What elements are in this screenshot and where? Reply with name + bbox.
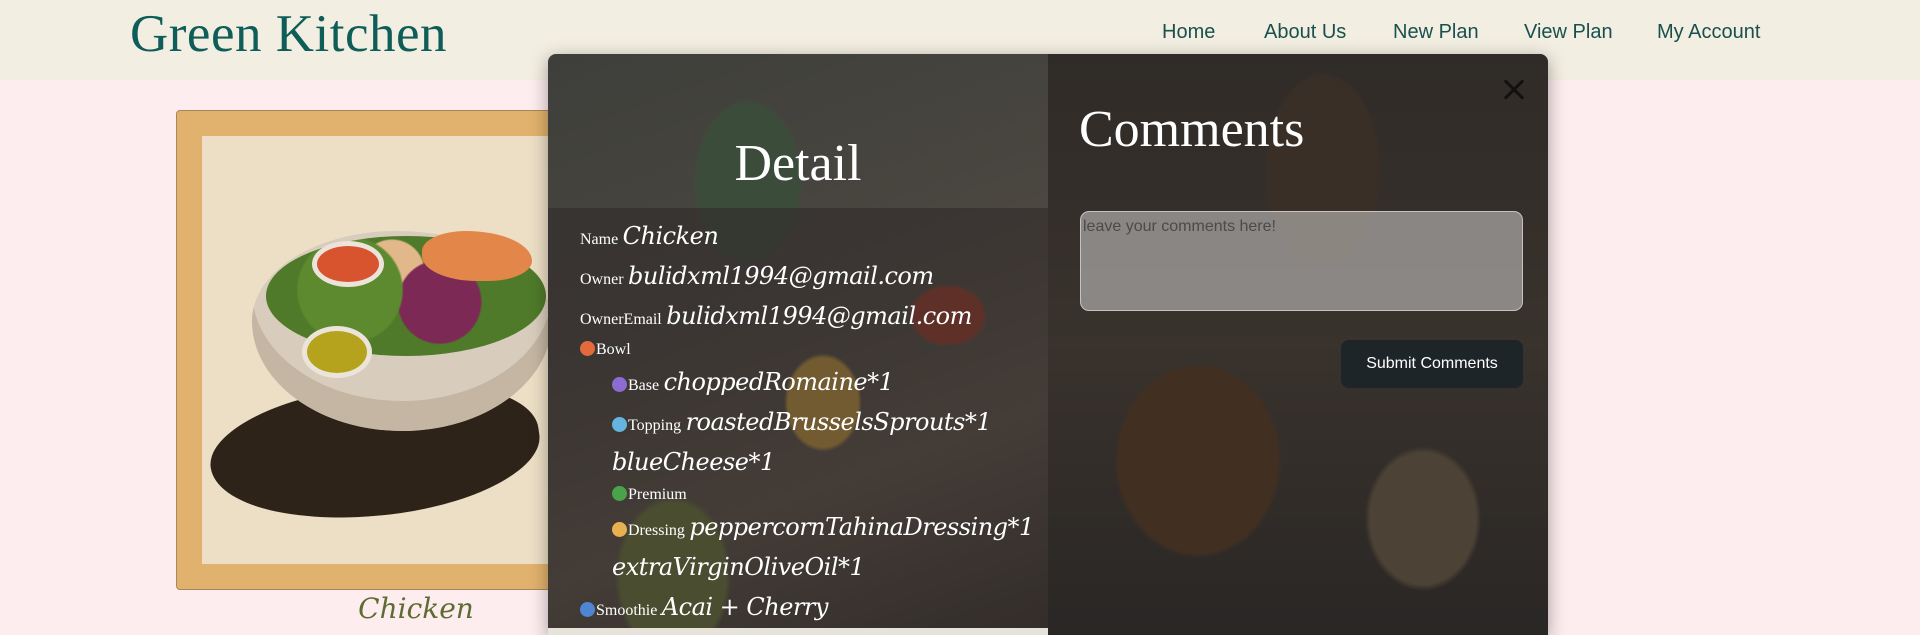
base-value: choppedRomaine*1 (663, 368, 894, 396)
owner-value: bulidxml1994@gmail.com (628, 262, 934, 290)
detail-bowl-row: Bowl (580, 341, 631, 359)
dressing-value-1: peppercornTahinaDressing*1 (689, 513, 1034, 541)
detail-base-row: Base choppedRomaine*1 (612, 368, 894, 396)
topping-value-1: roastedBrusselsSprouts*1 (685, 408, 992, 436)
nav-new-plan[interactable]: New Plan (1393, 21, 1479, 44)
detail-topping-row: Topping roastedBrusselsSprouts*1 (612, 408, 992, 436)
plan-detail-modal: Detail Name Chicken Owner bulidxml1994@g… (548, 54, 1548, 635)
owner-label: Owner (580, 271, 624, 288)
detail-topping-row-2: blueCheese*1 (612, 448, 775, 476)
nav-my-account[interactable]: My Account (1657, 21, 1760, 44)
sauce-cup-yellow (302, 326, 372, 378)
base-icon (612, 377, 627, 392)
bowl-icon (580, 341, 595, 356)
topping-label: Topping (628, 417, 682, 434)
topping-value-2: blueCheese*1 (612, 448, 775, 476)
detail-pane-bottom (548, 628, 1048, 635)
plan-card[interactable] (176, 110, 596, 590)
detail-owner-email-row: OwnerEmail bulidxml1994@gmail.com (580, 302, 972, 330)
detail-title: Detail (734, 135, 862, 192)
smoothie-label: Smoothie (596, 602, 658, 619)
smoothie-value: Acai + Cherry (661, 593, 829, 621)
dressing-value-2: extraVirginOliveOil*1 (612, 553, 865, 581)
sauce-cup-red (312, 241, 384, 287)
nav-about-us[interactable]: About Us (1264, 21, 1346, 44)
base-label: Base (628, 377, 660, 394)
comments-pane: Comments Submit Comments (1048, 54, 1548, 635)
smoothie-icon (580, 602, 595, 617)
topping-icon (612, 417, 627, 432)
detail-dressing-row-2: extraVirginOliveOil*1 (612, 553, 865, 581)
owner-email-label: OwnerEmail (580, 311, 662, 328)
detail-name-row: Name Chicken (580, 222, 719, 250)
premium-label: Premium (628, 486, 687, 503)
close-icon[interactable] (1499, 74, 1529, 104)
detail-owner-row: Owner bulidxml1994@gmail.com (580, 262, 934, 290)
dressing-label: Dressing (628, 522, 685, 539)
dressing-icon (612, 522, 627, 537)
nav-home[interactable]: Home (1162, 21, 1215, 44)
owner-email-value: bulidxml1994@gmail.com (666, 302, 972, 330)
submit-comments-button[interactable]: Submit Comments (1341, 340, 1523, 388)
comment-input[interactable] (1080, 211, 1523, 311)
plan-card-image (202, 136, 582, 564)
detail-dressing-row: Dressing peppercornTahinaDressing*1 (612, 513, 1034, 541)
bowl-label: Bowl (596, 341, 631, 358)
detail-premium-row: Premium (612, 486, 687, 504)
name-value: Chicken (622, 222, 719, 250)
comments-title: Comments (1079, 101, 1305, 158)
nav-view-plan[interactable]: View Plan (1524, 21, 1613, 44)
salmon-fillet (422, 231, 532, 281)
premium-icon (612, 486, 627, 501)
site-logo[interactable]: Green Kitchen (130, 4, 447, 64)
name-label: Name (580, 231, 619, 248)
detail-smoothie-row: Smoothie Acai + Cherry (580, 593, 828, 621)
detail-pane: Detail Name Chicken Owner bulidxml1994@g… (548, 54, 1048, 635)
